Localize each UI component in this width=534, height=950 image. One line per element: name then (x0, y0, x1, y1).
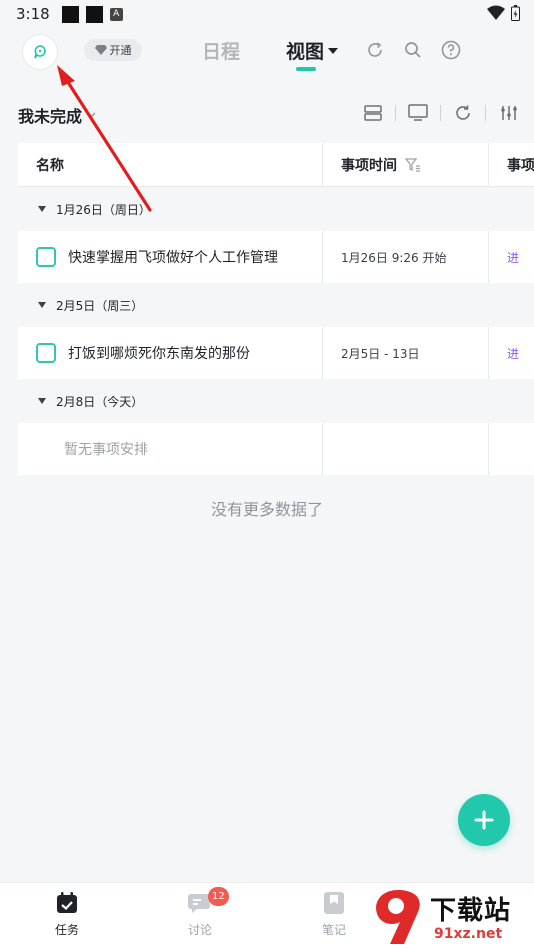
task-checkbox[interactable] (36, 247, 56, 267)
task-extra-link[interactable]: 进 (507, 345, 519, 362)
chat-bubble-icon (34, 45, 46, 59)
filter-dropdown[interactable]: 我未完成 (18, 103, 96, 127)
empty-placeholder: 暂无事项安排 (18, 423, 323, 475)
task-extra-link[interactable]: 进 (507, 249, 519, 266)
collapse-caret-icon (38, 302, 46, 308)
diamond-icon (94, 45, 107, 55)
group-header[interactable]: 2月8日（今天） (18, 379, 534, 423)
calendar-check-icon (57, 892, 77, 913)
group-header[interactable]: 1月26日（周日） (18, 187, 534, 231)
status-indicators (487, 5, 520, 21)
nav-notes[interactable]: 笔记 (304, 891, 364, 938)
tab-view-label: 视图 (286, 41, 325, 63)
group-label: 2月8日（今天） (56, 394, 144, 409)
collapse-caret-icon (38, 398, 46, 404)
table-row[interactable]: 打饭到哪烦死你东南发的那份 2月5日 - 13日 进 (18, 327, 534, 379)
app-header: 开通 日程 视图 (0, 28, 534, 90)
status-time: 3:18 (16, 5, 50, 23)
watermark-url: 91xz.net (434, 926, 503, 942)
unread-badge: 12 (208, 887, 229, 906)
add-task-button[interactable] (458, 794, 510, 846)
active-tab-indicator (296, 67, 316, 71)
nav-label: 任务 (54, 923, 79, 937)
column-header-time[interactable]: 事项时间 (323, 143, 489, 186)
vip-label: 开通 (109, 44, 132, 57)
avatar[interactable] (22, 34, 58, 70)
task-time: 1月26日 9:26 开始 (323, 231, 489, 283)
search-icon[interactable] (402, 39, 424, 61)
column-header-time-label: 事项时间 (341, 157, 397, 174)
view-toolbar: 我未完成 (0, 96, 534, 132)
no-more-data-text: 没有更多数据了 (210, 500, 323, 519)
sync-icon[interactable] (364, 39, 386, 61)
display-icon[interactable] (407, 102, 429, 124)
column-header-name[interactable]: 名称 (18, 143, 323, 186)
tab-view[interactable]: 视图 (286, 37, 339, 64)
group-icon[interactable] (362, 102, 384, 124)
task-title: 快速掌握用飞项做好个人工作管理 (68, 250, 278, 266)
nav-label: 笔记 (321, 923, 346, 937)
task-time: 2月5日 - 13日 (323, 327, 489, 379)
nav-tasks[interactable]: 任务 (37, 891, 97, 938)
chevron-down-icon (86, 112, 96, 118)
collapse-caret-icon (38, 206, 46, 212)
nav-label: 讨论 (187, 923, 212, 937)
table-row[interactable]: 快速掌握用飞项做好个人工作管理 1月26日 9:26 开始 进 (18, 231, 534, 283)
watermark-title: 下载站 (430, 896, 512, 926)
app-notification-icon: A (109, 7, 123, 21)
caret-down-icon (328, 47, 339, 54)
group-label: 2月5日（周三） (56, 298, 144, 313)
bookmark-icon (324, 892, 344, 914)
filter-label: 我未完成 (18, 107, 83, 126)
notification-icon (85, 5, 103, 23)
tab-schedule[interactable]: 日程 (202, 37, 240, 64)
empty-row: 暂无事项安排 (18, 423, 534, 475)
vip-activate-button[interactable]: 开通 (84, 39, 142, 61)
toolbar-divider (395, 105, 396, 121)
task-table: 名称 事项时间 事项 1月26日（周日） 快速掌握用飞项做好个人工作管理 1月2… (18, 143, 534, 475)
nav-discussion[interactable]: 12 讨论 (170, 887, 230, 938)
refresh-icon[interactable] (452, 102, 474, 124)
toolbar-divider (440, 105, 441, 121)
group-label: 1月26日（周日） (56, 202, 151, 217)
battery-icon (511, 5, 520, 21)
notification-icon (61, 5, 79, 23)
table-header: 名称 事项时间 事项 (18, 143, 534, 187)
status-bar: 3:18 A (0, 0, 534, 28)
toolbar-divider (485, 105, 486, 121)
filter-icon (405, 157, 420, 172)
watermark-logo: 下载站 91xz.net (364, 884, 534, 950)
watermark-emblem-icon (376, 890, 420, 944)
help-icon[interactable] (440, 39, 462, 61)
task-checkbox[interactable] (36, 343, 56, 363)
settings-sliders-icon[interactable] (498, 102, 520, 124)
wifi-icon (487, 5, 505, 20)
task-title: 打饭到哪烦死你东南发的那份 (68, 346, 250, 362)
group-header[interactable]: 2月5日（周三） (18, 283, 534, 327)
column-header-extra[interactable]: 事项 (489, 143, 534, 186)
plus-icon (474, 810, 494, 830)
